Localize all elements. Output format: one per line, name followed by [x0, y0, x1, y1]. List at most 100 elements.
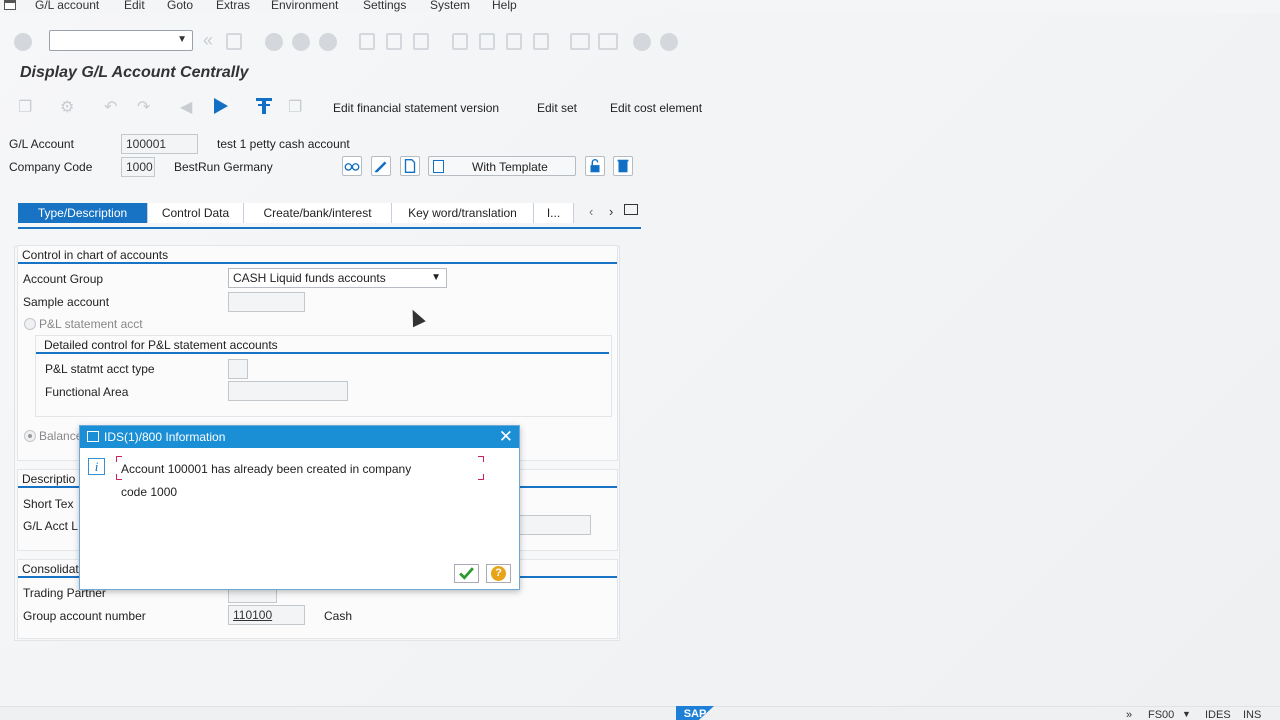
sap-menu-icon[interactable]: [4, 0, 16, 10]
menu-extras[interactable]: Extras: [216, 0, 250, 12]
tab-underline: [18, 227, 641, 229]
consolidation-group-title: Consolidat: [22, 562, 79, 576]
edit-fs-version-button[interactable]: Edit financial statement version: [333, 101, 499, 115]
document-icon[interactable]: ❐: [288, 97, 302, 117]
menu-environment[interactable]: Environment: [271, 0, 338, 12]
tab-type-description[interactable]: Type/Description: [18, 203, 148, 223]
dialog-message-line1: Account 100001 has already been created …: [121, 462, 412, 476]
undo-icon[interactable]: ↶: [104, 97, 117, 117]
cancel-icon[interactable]: [319, 33, 337, 51]
help-button[interactable]: ?: [486, 564, 511, 583]
group-account-label: Group account number: [23, 609, 146, 623]
account-group-label: Account Group: [23, 272, 104, 286]
tab-scroll-left-icon[interactable]: ‹: [589, 204, 593, 219]
find-icon[interactable]: [386, 33, 402, 50]
dialog-title: IDS(1)/800 Information: [104, 430, 226, 444]
next-icon[interactable]: [214, 98, 228, 114]
gl-account-field[interactable]: 100001: [121, 134, 198, 154]
chevron-down-icon[interactable]: ▼: [1182, 709, 1191, 719]
sample-account-label: Sample account: [23, 295, 110, 309]
sample-account-field[interactable]: [228, 292, 305, 312]
with-template-button[interactable]: With Template: [428, 156, 576, 176]
chevron-down-icon[interactable]: ▼: [177, 34, 187, 45]
functional-area-label: Functional Area: [45, 385, 129, 399]
close-icon[interactable]: ✕: [499, 427, 513, 447]
group-account-field[interactable]: 110100: [228, 605, 305, 625]
first-page-icon[interactable]: [452, 33, 468, 50]
tab-key-word-translation[interactable]: Key word/translation: [392, 203, 534, 223]
page-title: Display G/L Account Centrally: [20, 64, 249, 81]
window-icon: [87, 431, 99, 442]
tab-more[interactable]: I...: [534, 203, 574, 223]
redo-icon[interactable]: ↷: [137, 97, 150, 117]
shortcut-icon[interactable]: [598, 33, 618, 50]
help-icon[interactable]: [633, 33, 651, 51]
information-dialog: IDS(1)/800 Information ✕ i Account 10000…: [79, 425, 520, 590]
short-text-label: Short Tex: [23, 497, 74, 511]
pl-statement-label: P&L statement acct: [39, 317, 143, 331]
edit-cost-element-button[interactable]: Edit cost element: [610, 101, 702, 115]
group-account-description: Cash: [324, 609, 353, 623]
company-code-label: Company Code: [9, 160, 93, 174]
create-icon[interactable]: [400, 156, 420, 176]
gl-account-description: test 1 petty cash account: [217, 137, 350, 151]
tab-control-data[interactable]: Control Data: [148, 203, 244, 223]
menu-gl-account[interactable]: G/L account: [35, 0, 99, 12]
edit-pencil-icon[interactable]: [371, 156, 391, 176]
new-session-icon[interactable]: [570, 33, 590, 50]
focus-corner: [478, 474, 484, 480]
enter-icon[interactable]: [14, 33, 32, 51]
next-page-icon[interactable]: [506, 33, 522, 50]
hierarchy-icon[interactable]: ⚙: [60, 97, 74, 117]
gl-account-label: G/L Account: [9, 137, 74, 151]
document-icon: [433, 160, 444, 173]
delete-icon[interactable]: [613, 156, 633, 176]
with-template-label: With Template: [472, 160, 548, 174]
status-expand-icon[interactable]: »: [1126, 709, 1132, 720]
menu-edit[interactable]: Edit: [124, 0, 145, 12]
tab-list-icon[interactable]: [624, 204, 638, 215]
status-mode[interactable]: INS: [1243, 709, 1261, 720]
find-next-icon[interactable]: [413, 33, 429, 50]
balance-sheet-radio[interactable]: [24, 430, 36, 442]
tab-scroll-right-icon[interactable]: ›: [609, 204, 613, 219]
menu-bar: G/L account Edit Goto Extras Environment…: [0, 0, 1280, 13]
question-icon: ?: [491, 566, 506, 581]
balance-sheet-label: Balance: [39, 429, 83, 443]
long-text-field[interactable]: [518, 515, 591, 535]
menu-system[interactable]: System: [430, 0, 470, 12]
pl-statement-radio[interactable]: [24, 318, 36, 330]
lock-icon[interactable]: [585, 156, 605, 176]
company-code-field[interactable]: 1000: [121, 157, 155, 177]
account-group-select[interactable]: CASH Liquid funds accounts ▼: [228, 268, 447, 288]
display-icon[interactable]: [342, 156, 362, 176]
menu-settings[interactable]: Settings: [363, 0, 406, 12]
last-page-icon[interactable]: [533, 33, 549, 50]
chevron-down-icon: ▼: [431, 272, 441, 283]
functional-area-field[interactable]: [228, 381, 348, 401]
long-text-label: G/L Acct L: [23, 519, 78, 533]
customize-layout-icon[interactable]: [660, 33, 678, 51]
where-used-icon[interactable]: [254, 96, 274, 116]
copy-icon[interactable]: ❐: [18, 97, 32, 117]
save-icon[interactable]: [226, 33, 242, 50]
exit-icon[interactable]: [292, 33, 310, 51]
menu-goto[interactable]: Goto: [167, 0, 193, 12]
dialog-title-bar[interactable]: IDS(1)/800 Information ✕: [80, 426, 519, 448]
back-icon[interactable]: «: [203, 30, 213, 51]
command-field[interactable]: ▼: [49, 30, 193, 51]
pl-detail-rule: [36, 352, 609, 354]
pl-detail-title: Detailed control for P&L statement accou…: [44, 338, 278, 352]
coa-group-title: Control in chart of accounts: [22, 248, 169, 262]
previous-icon[interactable]: ◀: [180, 97, 192, 117]
print-icon[interactable]: [359, 33, 375, 50]
status-bar: [0, 706, 1280, 720]
tab-create-bank-interest[interactable]: Create/bank/interest: [244, 203, 392, 223]
pl-acct-type-field[interactable]: [228, 359, 248, 379]
status-transaction[interactable]: FS00: [1148, 709, 1174, 720]
edit-set-button[interactable]: Edit set: [537, 101, 577, 115]
prev-page-icon[interactable]: [479, 33, 495, 50]
ok-button[interactable]: [454, 564, 479, 583]
back-nav-icon[interactable]: [265, 33, 283, 51]
menu-help[interactable]: Help: [492, 0, 517, 12]
